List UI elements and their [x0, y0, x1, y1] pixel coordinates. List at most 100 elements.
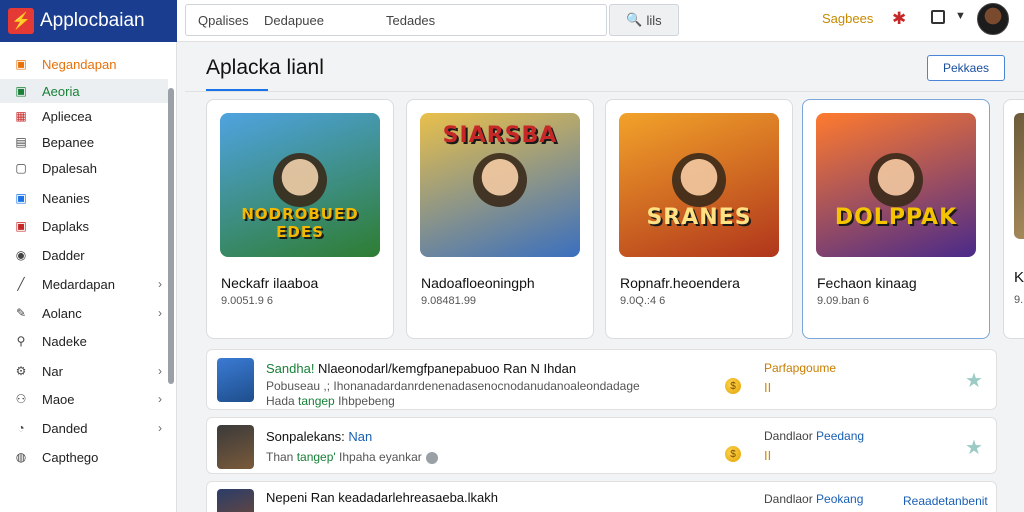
avatar[interactable] [977, 3, 1009, 35]
grid-icon: ▦ [15, 109, 27, 123]
search-icon: 🔍 [626, 12, 643, 27]
settings-icon: ⚙ [15, 364, 27, 378]
sidebar-item-bepanee[interactable]: ▤ Bepanee [0, 130, 168, 154]
app-title: Applocbaian [40, 10, 145, 31]
sidebar-item-nar[interactable]: ⚙ Nar › [0, 359, 168, 383]
row-status: Dandlaor Peokang [764, 492, 864, 506]
app-logo-icon: ⚡ [8, 8, 34, 34]
sidebar-item-daplaks[interactable]: ▣ Daplaks [0, 214, 168, 238]
list-item[interactable]: Sonpalekans: Nan Than tangep' Ihpaha eya… [206, 417, 997, 474]
sidebar-item-label: Capthego [42, 449, 99, 465]
star-icon[interactable]: ★ [965, 368, 983, 393]
card-name: Nadoafloeoningph [421, 275, 535, 291]
list-item[interactable]: Sandha! Nlaeonodarl/kemgfpanepabuoo Ran … [206, 349, 997, 410]
settings-link[interactable]: Sagbees [822, 11, 873, 26]
sidebar-item-label: Bepanee [42, 134, 95, 150]
search-input[interactable]: Qpalises Dedapuee Tedades [185, 4, 607, 36]
row-link[interactable]: Reaadetanbenit [903, 494, 988, 508]
sidebar-item-label: Medardapan [42, 276, 115, 292]
sidebar-item-apliecea[interactable]: ▦ Apliecea [0, 104, 168, 128]
clock-icon: ◔ [17, 421, 25, 435]
sidebar-item-nadeke[interactable]: ⚲ Nadeke [0, 329, 168, 353]
card-meta: 9. [1014, 294, 1024, 306]
sidebar-item-label: Negandapan [42, 56, 117, 72]
chevron-right-icon[interactable]: › [158, 277, 162, 291]
app-brand[interactable]: ⚡ Applocbaian [0, 0, 177, 42]
book-icon: ▢ [15, 161, 27, 175]
card-meta: 9.0051.9 6 [221, 295, 273, 307]
chevron-right-icon[interactable]: › [158, 364, 162, 378]
chevron-right-icon[interactable]: › [158, 421, 162, 435]
row-title: Sonpalekans: Nan [266, 429, 373, 444]
sidebar-item-label: Maoe [42, 391, 75, 407]
sidebar-item-capthego[interactable]: ◍ Capthego [0, 445, 168, 469]
sidebar-item-dpalesah[interactable]: ▢ Dpalesah [0, 156, 168, 180]
card-artwork: SRANES [619, 113, 779, 257]
search-filter[interactable]: Tedades [386, 13, 435, 28]
card-artwork: DOLPPAK [816, 113, 976, 257]
coin-icon: $ [725, 378, 741, 394]
star-icon[interactable]: ★ [965, 435, 983, 460]
pencil-icon: ✎ [15, 306, 27, 320]
page-title: Aplacka lianl [206, 56, 324, 79]
app-card[interactable]: SRANES Ropnafr.heoendera 9.0Q.:4 6 [605, 99, 793, 339]
list-item[interactable]: Nepeni Ran keadadarlehreasaeba.lkakh Dan… [206, 481, 997, 512]
sidebar-item-negandapan[interactable]: ▣ Negandapan [0, 52, 168, 76]
sidebar-scrollbar[interactable] [168, 88, 174, 384]
app-thumbnail [217, 489, 254, 512]
card-artwork [1014, 113, 1024, 239]
card-artwork: NODROBUED EDES [220, 113, 380, 257]
app-card[interactable]: NODROBUED EDES Neckafr ilaaboa 9.0051.9 6 [206, 99, 394, 339]
card-name: Ropnafr.heoendera [620, 275, 740, 291]
search-icon: ⚲ [16, 334, 26, 348]
artwork-title: SRANES [646, 205, 752, 230]
app-card-partial[interactable]: K 9. [1003, 99, 1024, 339]
search-button-label: lils [646, 12, 662, 28]
sidebar-item-label: Nar [42, 363, 63, 379]
sidebar: ▣ Negandapan ▣ Aeoria ▦ Apliecea ▤ Bepanee ▢ Dpal… [0, 42, 177, 512]
sidebar-item-medardapan[interactable]: ╱ Medardapan › [0, 272, 168, 296]
app-card[interactable]: SIARSBA Nadoafloeoningph 9.08481.99 [406, 99, 594, 339]
sidebar-item-maoe[interactable]: ⚇ Maoe › [0, 387, 168, 411]
app-thumbnail [217, 358, 254, 402]
search-scope[interactable]: Qpalises [198, 13, 264, 28]
app-card[interactable]: DOLPPAK Fechaon kinaag 9.09.ban 6 [802, 99, 990, 339]
card-name: Neckafr ilaaboa [221, 275, 319, 291]
card-artwork: SIARSBA [420, 113, 580, 257]
chevron-down-icon[interactable]: ▼ [955, 10, 966, 22]
list-icon: ▤ [15, 135, 27, 149]
card-name: Fechaon kinaag [817, 275, 917, 291]
artwork-title: SIARSBA [442, 123, 558, 148]
chevron-right-icon[interactable]: › [158, 306, 162, 320]
sidebar-item-aeoria[interactable]: ▣ Aeoria [0, 79, 168, 103]
rank-badge: II [764, 448, 772, 463]
row-status: Parfapgoume [764, 361, 837, 375]
action-button[interactable]: Pekkaes [927, 55, 1005, 81]
card-meta: 9.0Q.:4 6 [620, 295, 666, 307]
sidebar-item-danded[interactable]: ◔ Danded › [0, 416, 168, 440]
artwork-title: DOLPPAK [834, 205, 958, 230]
sidebar-item-label: Nadeke [42, 333, 87, 349]
window-icon[interactable] [931, 10, 945, 24]
sidebar-item-dadder[interactable]: ◉ Dadder [0, 243, 168, 267]
search-button[interactable]: 🔍 lils [609, 4, 679, 36]
app-thumbnail [217, 425, 254, 469]
artwork-title: NODROBUED EDES [241, 205, 359, 241]
sidebar-item-label: Daplaks [42, 218, 89, 234]
divider [185, 91, 1024, 92]
sidebar-item-label: Dpalesah [42, 160, 97, 176]
search-category[interactable]: Dedapuee [264, 13, 386, 28]
row-title: Sandha! Nlaeonodarl/kemgfpanepabuoo Ran … [266, 361, 577, 376]
row-status: Dandlaor Peedang [764, 429, 865, 443]
chevron-right-icon[interactable]: › [158, 392, 162, 406]
tag-icon: ▣ [15, 219, 27, 233]
sidebar-item-aolanc[interactable]: ✎ Aolanc › [0, 301, 168, 325]
notification-icon[interactable]: ✱ [892, 9, 906, 29]
sidebar-item-label: Danded [42, 420, 88, 436]
film-icon: ▣ [15, 191, 27, 205]
rank-badge: II [764, 380, 772, 395]
apps-icon: ▣ [15, 84, 27, 98]
sidebar-item-label: Apliecea [42, 108, 92, 124]
sidebar-item-neanies[interactable]: ▣ Neanies [0, 186, 168, 210]
coin-icon: $ [725, 446, 741, 462]
